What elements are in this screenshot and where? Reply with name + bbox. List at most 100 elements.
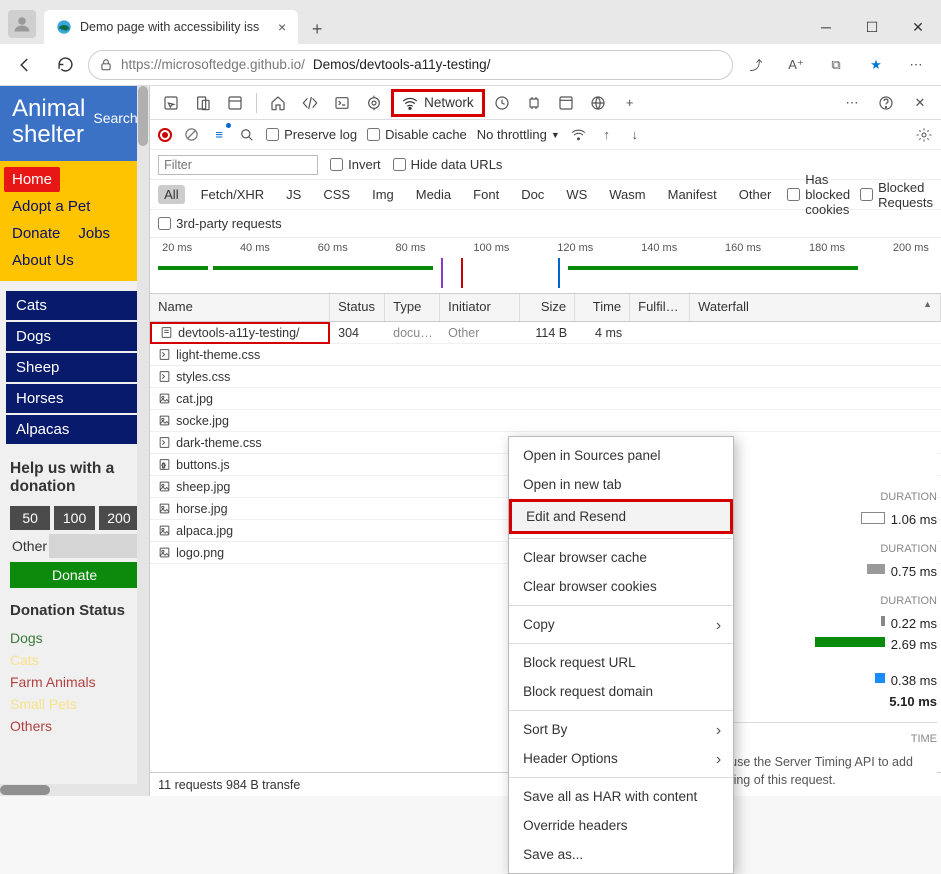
category-cats[interactable]: Cats <box>6 291 143 320</box>
type-js[interactable]: JS <box>280 185 307 204</box>
type-doc[interactable]: Doc <box>515 185 550 204</box>
cm-override-headers[interactable]: Override headers <box>509 811 733 840</box>
nav-about[interactable]: About Us <box>4 248 145 273</box>
cm-block-url[interactable]: Block request URL <box>509 648 733 677</box>
table-row[interactable]: socke.jpg <box>150 410 941 432</box>
type-css[interactable]: CSS <box>317 185 356 204</box>
minimize-button[interactable]: ─ <box>803 10 849 44</box>
type-wasm[interactable]: Wasm <box>603 185 651 204</box>
favorite-button[interactable]: ★ <box>859 48 893 82</box>
network-settings-icon[interactable] <box>915 126 933 144</box>
more-tabs-button[interactable]: + <box>615 89 645 117</box>
cm-open-new-tab[interactable]: Open in new tab <box>509 470 733 499</box>
throttling-select[interactable]: No throttling ▼ <box>477 127 560 142</box>
filter-input[interactable] <box>158 155 318 175</box>
table-row[interactable]: cat.jpg <box>150 388 941 410</box>
tab-close-icon[interactable]: × <box>278 19 286 35</box>
console-tab-icon[interactable] <box>327 89 357 117</box>
col-name[interactable]: Name <box>150 294 330 321</box>
url-input[interactable]: https://microsoftedge.github.io/Demos/de… <box>88 50 733 80</box>
type-manifest[interactable]: Manifest <box>662 185 723 204</box>
enter-button[interactable]: ⤴ <box>739 48 773 82</box>
table-row[interactable]: devtools-a11y-testing/304docu…Other114 B… <box>150 322 941 344</box>
network-timeline[interactable]: 20 ms 40 ms 60 ms 80 ms 100 ms 120 ms 14… <box>150 238 941 294</box>
cm-clear-cache[interactable]: Clear browser cache <box>509 543 733 572</box>
table-row[interactable]: light-theme.css <box>150 344 941 366</box>
type-img[interactable]: Img <box>366 185 400 204</box>
close-window-button[interactable]: ✕ <box>895 10 941 44</box>
col-status[interactable]: Status <box>330 294 385 321</box>
refresh-button[interactable] <box>48 48 82 82</box>
blocked-requests-checkbox[interactable]: Blocked Requests <box>860 180 933 210</box>
donate-200[interactable]: 200 <box>99 506 139 530</box>
category-sheep[interactable]: Sheep <box>6 353 143 382</box>
new-tab-button[interactable]: + <box>302 14 332 44</box>
collections-button[interactable]: ⧉ <box>819 48 853 82</box>
category-horses[interactable]: Horses <box>6 384 143 413</box>
application-tab-icon[interactable] <box>551 89 581 117</box>
type-all[interactable]: All <box>158 185 184 204</box>
sources-tab-icon[interactable] <box>359 89 389 117</box>
cm-save-as[interactable]: Save as... <box>509 840 733 869</box>
maximize-button[interactable]: ☐ <box>849 10 895 44</box>
type-ws[interactable]: WS <box>560 185 593 204</box>
profile-avatar[interactable] <box>8 10 36 38</box>
devtools-close-icon[interactable]: ✕ <box>905 89 935 117</box>
col-type[interactable]: Type <box>385 294 440 321</box>
page-hscrollbar[interactable] <box>0 784 137 796</box>
back-button[interactable] <box>8 48 42 82</box>
performance-tab-icon[interactable] <box>487 89 517 117</box>
read-aloud-button[interactable]: A⁺ <box>779 48 813 82</box>
nav-donate[interactable]: Donate <box>4 221 68 246</box>
col-waterfall[interactable]: Waterfall <box>690 294 941 321</box>
disable-cache-checkbox[interactable]: Disable cache <box>367 127 467 142</box>
security-tab-icon[interactable] <box>583 89 613 117</box>
devtools-help-icon[interactable] <box>871 89 901 117</box>
filter-toggle-icon[interactable]: ≡ <box>210 126 228 144</box>
inspect-icon[interactable] <box>156 89 186 117</box>
category-dogs[interactable]: Dogs <box>6 322 143 351</box>
elements-tab-icon[interactable] <box>295 89 325 117</box>
nav-adopt[interactable]: Adopt a Pet <box>4 194 98 219</box>
donate-other-input[interactable] <box>49 534 139 558</box>
cm-copy[interactable]: Copy <box>509 610 733 639</box>
col-time[interactable]: Time <box>575 294 630 321</box>
nav-home[interactable]: Home <box>4 167 60 192</box>
col-initiator[interactable]: Initiator <box>440 294 520 321</box>
memory-tab-icon[interactable] <box>519 89 549 117</box>
donate-100[interactable]: 100 <box>54 506 94 530</box>
preserve-log-checkbox[interactable]: Preserve log <box>266 127 357 142</box>
devtools-more-icon[interactable]: ⋯ <box>837 89 867 117</box>
page-vscrollbar[interactable] <box>137 86 149 796</box>
type-media[interactable]: Media <box>410 185 457 204</box>
network-tab[interactable]: Network <box>391 89 485 117</box>
third-party-checkbox[interactable]: 3rd-party requests <box>158 216 282 231</box>
category-alpacas[interactable]: Alpacas <box>6 415 143 444</box>
hide-urls-checkbox[interactable]: Hide data URLs <box>393 157 503 172</box>
dock-icon[interactable] <box>220 89 250 117</box>
invert-checkbox[interactable]: Invert <box>330 157 381 172</box>
donate-button[interactable]: Donate <box>10 562 139 588</box>
nav-jobs[interactable]: Jobs <box>70 221 118 246</box>
type-font[interactable]: Font <box>467 185 505 204</box>
table-row[interactable]: styles.css <box>150 366 941 388</box>
network-conditions-icon[interactable] <box>570 126 588 144</box>
cm-clear-cookies[interactable]: Clear browser cookies <box>509 572 733 601</box>
clear-button[interactable] <box>182 126 200 144</box>
import-har-icon[interactable]: ↑ <box>598 126 616 144</box>
type-fetch[interactable]: Fetch/XHR <box>195 185 271 204</box>
device-icon[interactable] <box>188 89 218 117</box>
type-other[interactable]: Other <box>733 185 778 204</box>
cm-save-har[interactable]: Save all as HAR with content <box>509 782 733 811</box>
cm-header-options[interactable]: Header Options <box>509 744 733 773</box>
cm-sort-by[interactable]: Sort By <box>509 715 733 744</box>
browser-tab[interactable]: Demo page with accessibility iss × <box>44 10 298 44</box>
record-button[interactable] <box>158 128 172 142</box>
welcome-tab-icon[interactable] <box>263 89 293 117</box>
donate-50[interactable]: 50 <box>10 506 50 530</box>
col-fulfilled[interactable]: Fulfille... <box>630 294 690 321</box>
cm-open-sources[interactable]: Open in Sources panel <box>509 441 733 470</box>
cm-edit-resend[interactable]: Edit and Resend <box>509 499 733 534</box>
search-icon[interactable] <box>238 126 256 144</box>
more-button[interactable]: ⋯ <box>899 48 933 82</box>
